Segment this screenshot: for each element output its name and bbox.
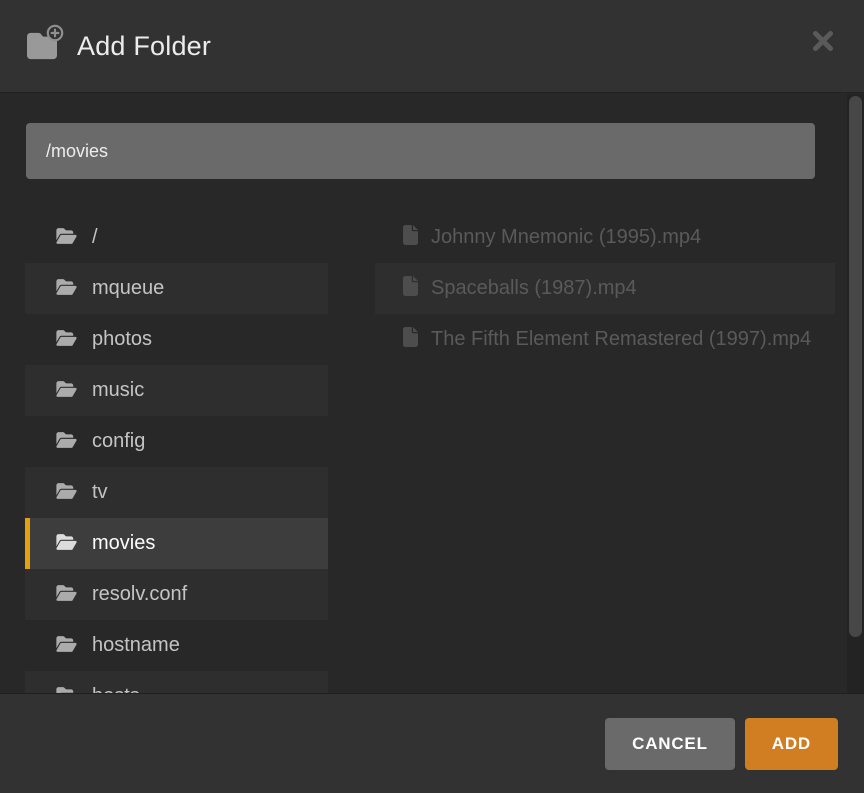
folder-name: tv	[92, 481, 108, 503]
folder-list-item[interactable]: config	[25, 416, 328, 467]
plus-badge-icon	[46, 24, 64, 42]
folder-list-item[interactable]: music	[25, 365, 328, 416]
add-button[interactable]: ADD	[745, 718, 838, 770]
close-icon	[811, 29, 835, 53]
folder-name: mqueue	[92, 277, 164, 299]
path-input[interactable]	[26, 123, 815, 179]
folder-list-item[interactable]: tv	[25, 467, 328, 518]
folder-name: music	[92, 379, 144, 401]
folder-list-item[interactable]: mqueue	[25, 263, 328, 314]
folder-name: hosts	[92, 685, 140, 693]
file-list: Johnny Mnemonic (1995).mp4 Spaceballs (1…	[375, 212, 835, 365]
folder-icon	[55, 482, 78, 500]
scrollbar-thumb[interactable]	[849, 96, 862, 637]
folder-icon	[55, 227, 78, 245]
folder-list-item[interactable]: resolv.conf	[25, 569, 328, 620]
folder-icon	[55, 431, 78, 449]
folder-list: / mqueue photos music config tv movies	[25, 212, 328, 693]
folder-icon	[55, 278, 78, 296]
folder-name: photos	[92, 328, 152, 350]
folder-list-item[interactable]: hosts	[25, 671, 328, 693]
file-name: The Fifth Element Remastered (1997).mp4	[431, 328, 811, 350]
dialog-footer: CANCEL ADD	[0, 693, 864, 793]
folder-list-item[interactable]: movies	[25, 518, 328, 569]
folder-icon	[55, 686, 78, 693]
folder-name: config	[92, 430, 145, 452]
folder-icon	[55, 380, 78, 398]
scrollbar-track[interactable]	[847, 94, 864, 693]
file-name: Spaceballs (1987).mp4	[431, 277, 637, 299]
file-list-item: Spaceballs (1987).mp4	[375, 263, 835, 314]
folder-list-item[interactable]: /	[25, 212, 328, 263]
file-icon	[403, 225, 418, 245]
file-icon	[403, 327, 418, 347]
folder-plus-icon	[25, 31, 62, 61]
folder-icon	[55, 329, 78, 347]
file-list-item: Johnny Mnemonic (1995).mp4	[375, 212, 835, 263]
folder-name: /	[92, 226, 98, 248]
dialog-title: Add Folder	[77, 31, 211, 62]
add-folder-dialog: Add Folder / mqueue photos music	[0, 0, 864, 793]
dialog-header: Add Folder	[0, 0, 864, 93]
folder-list-item[interactable]: photos	[25, 314, 328, 365]
dialog-body: / mqueue photos music config tv movies	[0, 94, 864, 693]
cancel-button[interactable]: CANCEL	[605, 718, 735, 770]
folder-name: hostname	[92, 634, 180, 656]
folder-icon	[55, 584, 78, 602]
close-button[interactable]	[808, 26, 838, 56]
folder-icon	[55, 533, 78, 551]
file-name: Johnny Mnemonic (1995).mp4	[431, 226, 701, 248]
folder-list-item[interactable]: hostname	[25, 620, 328, 671]
file-list-item: The Fifth Element Remastered (1997).mp4	[375, 314, 835, 365]
file-browser: / mqueue photos music config tv movies	[25, 212, 835, 693]
folder-icon	[55, 635, 78, 653]
file-icon	[403, 276, 418, 296]
folder-name: movies	[92, 532, 155, 554]
folder-name: resolv.conf	[92, 583, 187, 605]
